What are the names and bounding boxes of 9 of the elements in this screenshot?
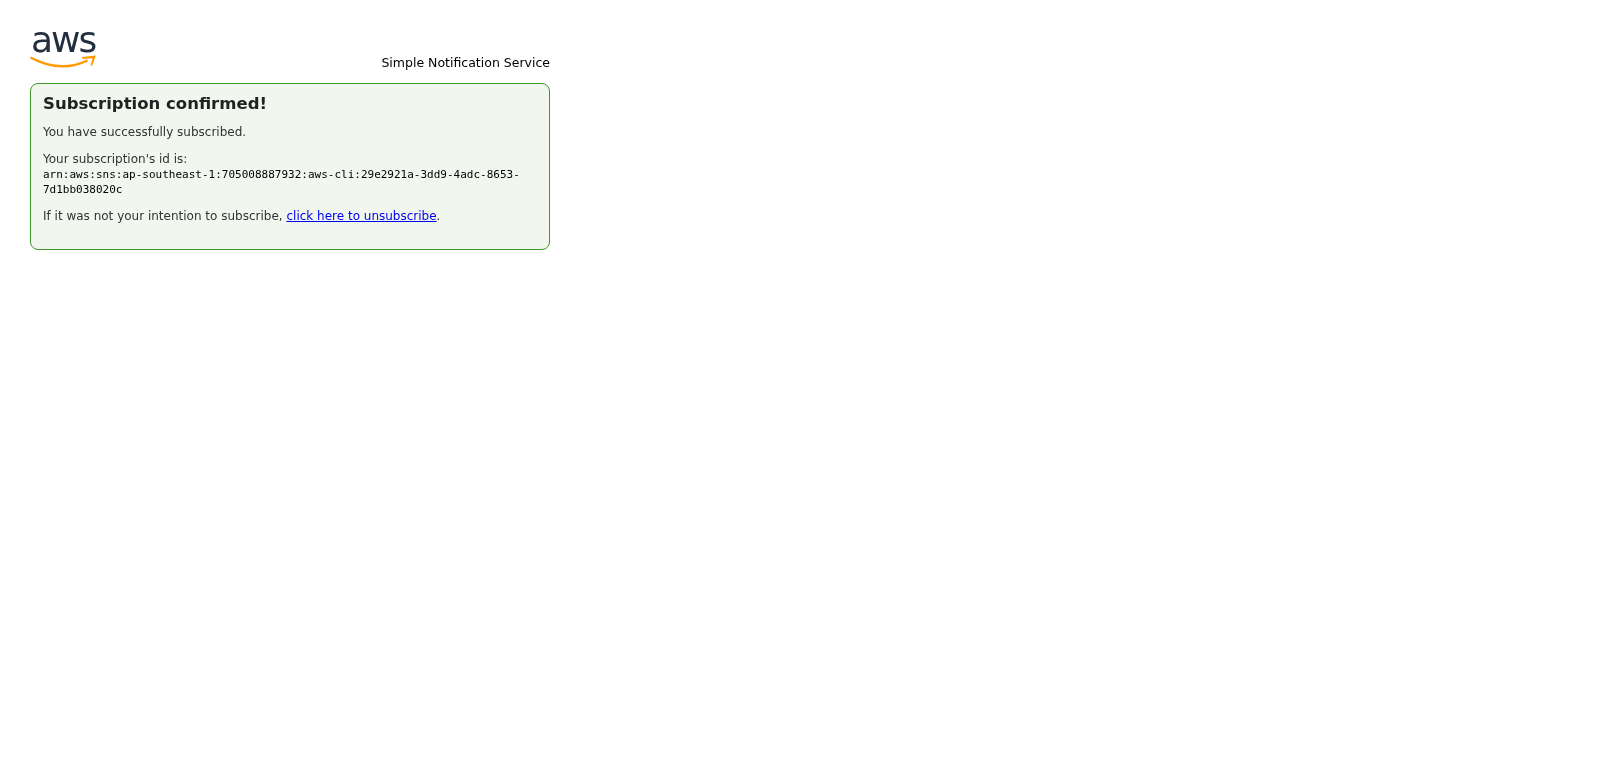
logo-wordmark: aws <box>30 26 96 54</box>
subscription-id-label: Your subscription's id is: <box>43 152 189 167</box>
unsubscribe-message: If it was not your intention to subscribe, click here to unsubscribe. <box>43 209 442 224</box>
smile-arrow-icon <box>30 53 98 69</box>
confirmation-title: Subscription confirmed! <box>43 93 268 115</box>
success-message: You have successfully subscribed. <box>43 125 248 140</box>
subscription-arn: arn:aws:sns:ap-southeast-1:705008887932:aws-cli:29e2921a-3dd9-4adc-8653-7d1bb038020c <box>43 167 520 197</box>
unsubscribe-link[interactable]: click here to unsubscribe <box>286 209 437 223</box>
service-name: Simple Notification Service <box>381 55 550 70</box>
